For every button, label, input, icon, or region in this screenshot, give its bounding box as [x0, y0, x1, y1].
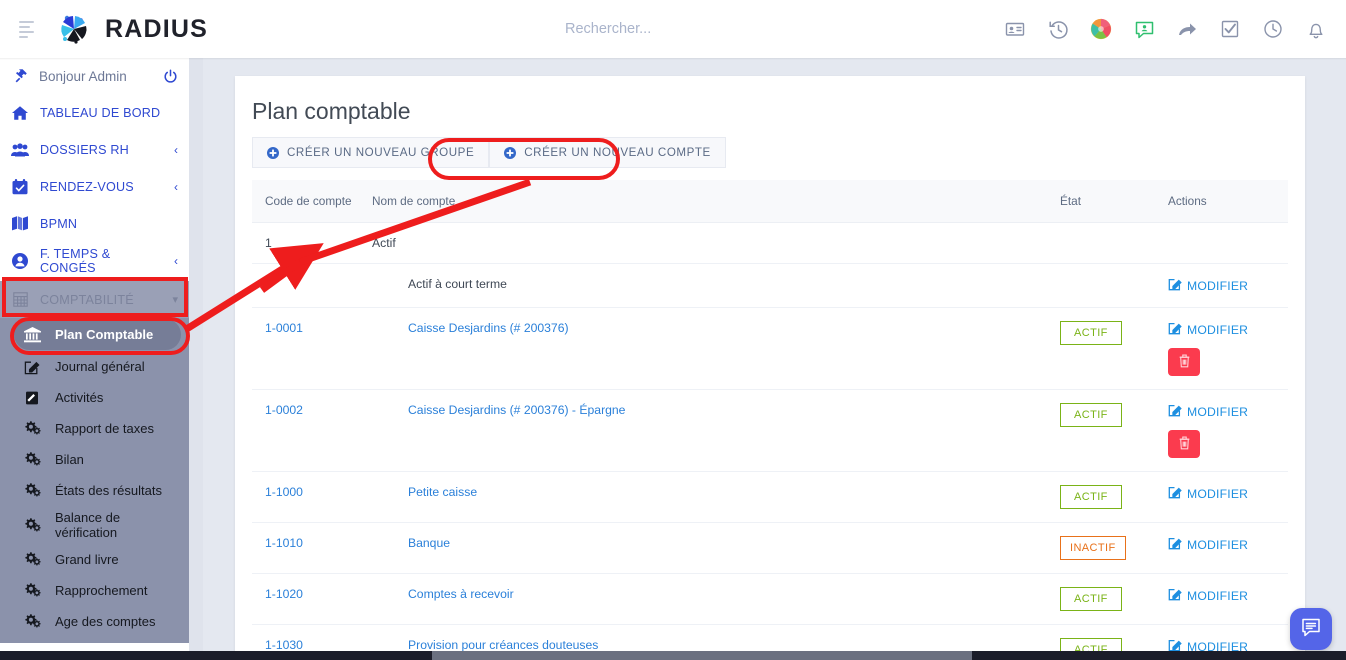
annotation-ring-comptabilite	[2, 277, 188, 317]
annotation-ring-create-account-button	[428, 138, 620, 180]
app-root: RADIUS Rechercher... Bonjour Admin TABLE…	[0, 0, 1346, 660]
annotation-arrow	[183, 178, 532, 333]
annotation-ring-plan-comptable	[10, 317, 190, 355]
